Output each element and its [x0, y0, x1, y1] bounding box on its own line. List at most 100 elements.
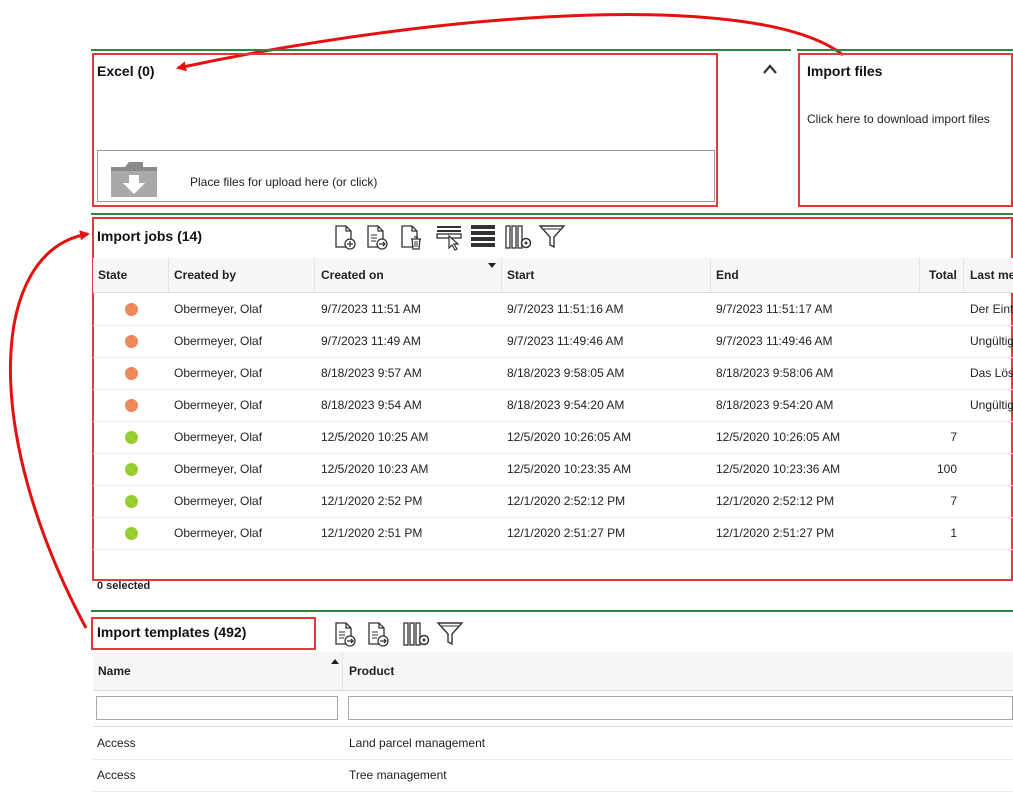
status-success-icon [125, 463, 138, 476]
column-header-created-on[interactable]: Created on [321, 258, 384, 292]
template-column-settings-icon[interactable] [402, 620, 430, 648]
cell-created-on: 9/7/2023 11:51 AM [321, 302, 421, 316]
column-header-created-by[interactable]: Created by [174, 258, 236, 292]
column-header-state[interactable]: State [98, 258, 127, 292]
cell-end: 12/1/2020 2:52:12 PM [716, 494, 835, 508]
sort-ascending-icon [331, 659, 339, 664]
run-job-icon[interactable] [363, 223, 391, 251]
table-row[interactable]: Obermeyer, Olaf 12/5/2020 10:25 AM 12/5/20… [93, 421, 1013, 454]
status-success-icon [125, 495, 138, 508]
cell-last-message [970, 421, 1013, 453]
selected-count: 0 selected [97, 580, 151, 592]
cell-name: Access [97, 736, 136, 750]
jobs-grid-header: State Created by Created on Start End To… [93, 258, 1013, 293]
cell-last-message [970, 485, 1013, 517]
table-row[interactable]: Access Tree management [93, 759, 1013, 792]
cell-total [919, 293, 957, 325]
name-filter-input[interactable] [96, 696, 338, 720]
excel-title: Excel (0) [97, 63, 155, 79]
run-template-icon[interactable] [331, 620, 359, 648]
cell-last-message [970, 517, 1013, 549]
column-header-last-message[interactable]: Last me [970, 258, 1013, 292]
filter-icon[interactable] [538, 223, 566, 251]
table-row[interactable]: Obermeyer, Olaf 12/1/2020 2:51 PM 12/1/202… [93, 517, 1013, 550]
cell-total: 7 [950, 430, 957, 444]
delete-job-icon[interactable] [397, 223, 425, 251]
import-files-title: Import files [807, 63, 883, 79]
download-import-files-link[interactable]: Click here to download import files [807, 112, 990, 126]
table-row[interactable]: Obermeyer, Olaf 12/5/2020 10:23 AM 12/5/20… [93, 453, 1013, 486]
cell-created-by: Obermeyer, Olaf [174, 526, 263, 540]
cell-created-by: Obermeyer, Olaf [174, 366, 263, 380]
upload-instructions: Place files for upload here (or click) [190, 175, 378, 189]
product-filter-input[interactable] [348, 696, 1013, 720]
list-view-icon[interactable] [469, 223, 497, 251]
select-rows-icon[interactable] [435, 223, 463, 251]
cell-total: 7 [950, 494, 957, 508]
column-header-name[interactable]: Name [98, 652, 131, 690]
status-warning-icon [125, 399, 138, 412]
import-jobs-title: Import jobs (14) [97, 228, 203, 244]
table-row[interactable]: Obermeyer, Olaf 8/18/2023 9:54 AM 8/18/202… [93, 389, 1013, 422]
cell-created-on: 12/5/2020 10:25 AM [321, 430, 429, 444]
import-templates-title: Import templates (492) [97, 624, 247, 640]
cell-last-message [970, 453, 1013, 485]
status-warning-icon [125, 335, 138, 348]
cell-created-by: Obermeyer, Olaf [174, 302, 263, 316]
chevron-up-icon[interactable] [762, 63, 778, 75]
status-warning-icon [125, 303, 138, 316]
table-row[interactable]: Obermeyer, Olaf 8/18/2023 9:57 AM 8/18/202… [93, 357, 1013, 390]
cell-start: 12/5/2020 10:23:35 AM [507, 462, 632, 476]
export-template-icon[interactable] [364, 620, 392, 648]
cell-total [919, 325, 957, 357]
arrow-templates-to-jobs [8, 230, 90, 629]
cell-created-on: 12/1/2020 2:52 PM [321, 494, 423, 508]
column-header-end[interactable]: End [716, 258, 739, 292]
cell-end: 12/5/2020 10:23:36 AM [716, 462, 841, 476]
column-header-product[interactable]: Product [349, 652, 394, 690]
cell-start: 9/7/2023 11:49:46 AM [507, 334, 624, 348]
cell-created-on: 9/7/2023 11:49 AM [321, 334, 421, 348]
status-success-icon [125, 431, 138, 444]
cell-end: 12/1/2020 2:51:27 PM [716, 526, 835, 540]
cell-last-message: Das Lös [970, 366, 1013, 380]
cell-created-by: Obermeyer, Olaf [174, 462, 263, 476]
cell-start: 8/18/2023 9:54:20 AM [507, 398, 625, 412]
cell-start: 8/18/2023 9:58:05 AM [507, 366, 625, 380]
cell-created-by: Obermeyer, Olaf [174, 398, 263, 412]
column-settings-icon[interactable] [504, 223, 532, 251]
table-row[interactable]: Obermeyer, Olaf 9/7/2023 11:49 AM 9/7/2023… [93, 325, 1013, 358]
template-filter-icon[interactable] [436, 620, 464, 648]
cell-start: 12/5/2020 10:26:05 AM [507, 430, 632, 444]
cell-total [919, 357, 957, 389]
file-upload-dropzone[interactable]: Place files for upload here (or click) [97, 150, 715, 202]
column-header-start[interactable]: Start [507, 258, 534, 292]
cell-end: 9/7/2023 11:51:17 AM [716, 302, 833, 316]
cell-total [919, 389, 957, 421]
cell-created-on: 12/5/2020 10:23 AM [321, 462, 429, 476]
table-row[interactable]: Access Land parcel management [93, 727, 1013, 760]
cell-start: 12/1/2020 2:52:12 PM [507, 494, 626, 508]
excel-top-line [91, 49, 791, 51]
table-row[interactable]: Obermeyer, Olaf 12/1/2020 2:52 PM 12/1/202… [93, 485, 1013, 518]
cell-created-by: Obermeyer, Olaf [174, 334, 263, 348]
new-job-icon[interactable] [331, 223, 359, 251]
cell-end: 8/18/2023 9:58:06 AM [716, 366, 834, 380]
import-files-top-line [797, 49, 1013, 51]
templates-grid-header: Name Product [93, 652, 1013, 691]
cell-end: 12/5/2020 10:26:05 AM [716, 430, 841, 444]
cell-created-by: Obermeyer, Olaf [174, 430, 263, 444]
cell-created-on: 8/18/2023 9:54 AM [321, 398, 422, 412]
cell-start: 12/1/2020 2:51:27 PM [507, 526, 626, 540]
cell-total: 100 [936, 462, 957, 476]
cell-start: 9/7/2023 11:51:16 AM [507, 302, 624, 316]
folder-download-icon [109, 159, 159, 199]
cell-last-message: Ungültig [970, 334, 1013, 348]
column-header-total[interactable]: Total [929, 258, 957, 292]
cell-name: Access [97, 768, 136, 782]
cell-created-by: Obermeyer, Olaf [174, 494, 263, 508]
cell-total: 1 [950, 526, 957, 540]
table-row[interactable]: Obermeyer, Olaf 9/7/2023 11:51 AM 9/7/2023… [93, 293, 1013, 326]
status-success-icon [125, 527, 138, 540]
jobs-top-line [91, 213, 1013, 215]
